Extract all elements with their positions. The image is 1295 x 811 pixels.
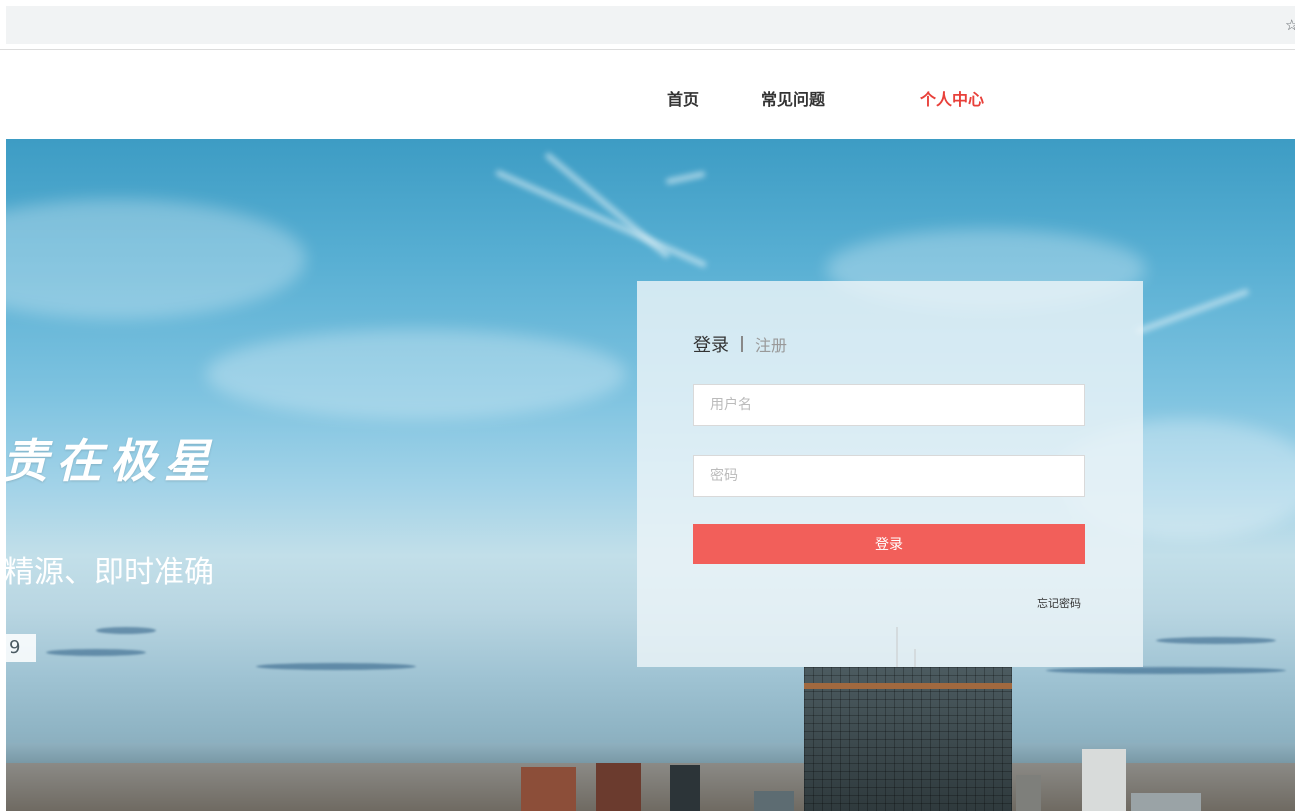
cloud-streak [494, 169, 708, 269]
hero-slogan: 责在极星 [6, 434, 218, 488]
site-header: 首页 常见问题 个人中心 [6, 50, 1295, 139]
tab-register[interactable]: 注册 [755, 336, 787, 355]
cloud [6, 199, 306, 319]
glass-tower [804, 667, 1012, 811]
cloud [1046, 667, 1286, 674]
tab-login[interactable]: 登录 [693, 335, 729, 356]
cloud [96, 627, 156, 634]
tab-separator [741, 336, 743, 352]
building [1131, 793, 1201, 811]
building [521, 767, 576, 811]
cloud-streak [665, 170, 706, 185]
building [596, 763, 641, 811]
login-tabs: 登录 注册 [693, 331, 787, 357]
address-bar[interactable] [6, 6, 1295, 44]
login-button[interactable]: 登录 [693, 524, 1085, 564]
building [1016, 775, 1041, 811]
cloud [46, 649, 146, 656]
nav-item-personal-center[interactable]: 个人中心 [920, 86, 984, 110]
nav-item-faq[interactable]: 常见问题 [761, 86, 825, 110]
building [670, 765, 700, 811]
star-icon[interactable]: ☆ [1285, 17, 1295, 33]
login-panel: 登录 注册 登录 忘记密码 [637, 281, 1143, 667]
password-input[interactable] [693, 455, 1085, 497]
year-badge: 9 [6, 634, 36, 662]
main-nav: 首页 常见问题 个人中心 [6, 50, 1295, 139]
forgot-password-link[interactable]: 忘记密码 [1037, 595, 1081, 611]
building [1082, 749, 1126, 811]
cloud-streak [1134, 288, 1250, 335]
cloud [256, 663, 416, 670]
nav-item-home[interactable]: 首页 [667, 86, 699, 110]
tower-band [804, 683, 1012, 689]
city-skyline [6, 749, 1295, 811]
hero-banner: 责在极星 精源、即时准确 9 登录 注册 登录 忘记密码 [6, 139, 1295, 811]
browser-toolbar: ☆ [0, 0, 1295, 50]
username-input[interactable] [693, 384, 1085, 426]
cloud [1156, 637, 1276, 644]
hero-subtitle: 精源、即时准确 [6, 555, 214, 590]
cloud [206, 329, 626, 419]
building [754, 791, 794, 811]
